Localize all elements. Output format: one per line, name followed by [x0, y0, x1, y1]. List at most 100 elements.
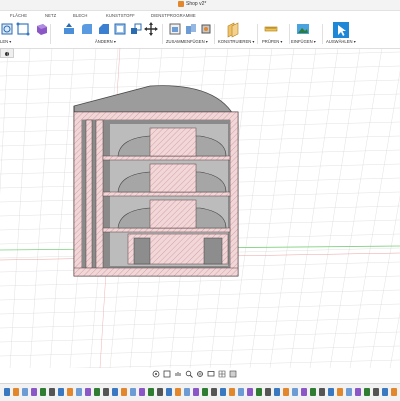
box-icon[interactable]	[34, 22, 48, 36]
timeline-item[interactable]	[373, 388, 379, 396]
timeline-item[interactable]	[58, 388, 64, 396]
timeline-item[interactable]	[166, 388, 172, 396]
section-post-inner	[95, 119, 104, 269]
timeline-item[interactable]	[103, 388, 109, 396]
timeline-item[interactable]	[301, 388, 307, 396]
timeline-item[interactable]	[130, 388, 136, 396]
group-label-modify[interactable]: ÄNDERN ▾	[95, 39, 116, 44]
separator	[289, 24, 290, 44]
display-settings-icon[interactable]	[207, 370, 215, 378]
shelf-3	[102, 227, 231, 233]
separator	[50, 24, 51, 44]
zoom-icon[interactable]	[185, 370, 193, 378]
timeline-item[interactable]	[148, 388, 154, 396]
chamfer-icon[interactable]	[97, 22, 111, 36]
shell-icon[interactable]	[113, 22, 127, 36]
section-model[interactable]	[73, 85, 239, 277]
timeline-item[interactable]	[76, 388, 82, 396]
timeline-item[interactable]	[292, 388, 298, 396]
viewport-navbar	[152, 368, 272, 380]
timeline-item[interactable]	[364, 388, 370, 396]
fillet-icon[interactable]	[80, 22, 94, 36]
timeline-item[interactable]	[274, 388, 280, 396]
pan-icon[interactable]	[174, 370, 182, 378]
timeline-item[interactable]	[310, 388, 316, 396]
timeline-item[interactable]	[229, 388, 235, 396]
new-component-icon[interactable]	[168, 22, 182, 36]
group-label-insert[interactable]: EINFÜGEN ▾	[291, 39, 316, 44]
move-icon[interactable]	[144, 22, 158, 36]
group-label-create[interactable]: LEN ▾	[0, 39, 11, 44]
timeline-item[interactable]	[31, 388, 37, 396]
timeline-item[interactable]	[247, 388, 253, 396]
insert-3	[149, 199, 197, 229]
timeline-item[interactable]	[283, 388, 289, 396]
timeline-item[interactable]	[391, 388, 397, 396]
timeline-item[interactable]	[157, 388, 163, 396]
tab-flaeche[interactable]: FLÄCHE	[10, 13, 27, 18]
tab-blech[interactable]: BLECH	[73, 13, 87, 18]
timeline-item[interactable]	[346, 388, 352, 396]
separator	[322, 24, 323, 44]
fit-icon[interactable]	[196, 370, 204, 378]
insert-1	[149, 127, 197, 157]
timeline-item[interactable]	[193, 388, 199, 396]
timeline-item[interactable]	[337, 388, 343, 396]
timeline-item[interactable]	[328, 388, 334, 396]
group-label-assemble[interactable]: ZUSAMMENFÜGEN ▾	[166, 39, 208, 44]
orbit-icon[interactable]	[152, 370, 160, 378]
timeline-item[interactable]	[94, 388, 100, 396]
timeline-item[interactable]	[319, 388, 325, 396]
section-post-left	[85, 119, 93, 269]
viewport[interactable]	[0, 48, 400, 368]
timeline-item[interactable]	[85, 388, 91, 396]
as-built-joint-icon[interactable]	[199, 22, 213, 36]
timeline-item[interactable]	[67, 388, 73, 396]
tab-dienstprogramme[interactable]: DIENSTPROGRAMME	[151, 13, 196, 18]
tab-netz[interactable]: NETZ	[45, 13, 56, 18]
timeline-item[interactable]	[22, 388, 28, 396]
timeline-item[interactable]	[256, 388, 262, 396]
grid-icon[interactable]	[218, 370, 226, 378]
insert-2	[149, 163, 197, 193]
timeline-item[interactable]	[112, 388, 118, 396]
window-title-bar: Shop v2*	[0, 0, 400, 11]
viewports-icon[interactable]	[229, 370, 237, 378]
timeline-item[interactable]	[355, 388, 361, 396]
group-label-inspect[interactable]: PRÜFEN ▾	[262, 39, 282, 44]
tab-kunststoff[interactable]: KUNSTSTOFF	[106, 13, 135, 18]
look-at-icon[interactable]	[163, 370, 171, 378]
scale-icon[interactable]	[129, 22, 143, 36]
timeline-item[interactable]	[40, 388, 46, 396]
select-icon[interactable]	[333, 22, 349, 38]
timeline-item[interactable]	[238, 388, 244, 396]
group-label-select[interactable]: AUSWÄHLEN ▾	[326, 39, 356, 44]
separator	[214, 24, 215, 44]
timeline-item[interactable]	[13, 388, 19, 396]
sketch-icon[interactable]	[1, 22, 13, 36]
joint-icon[interactable]	[184, 22, 198, 36]
timeline	[0, 383, 400, 401]
timeline-item[interactable]	[184, 388, 190, 396]
document-icon	[178, 1, 184, 7]
rectangle-icon[interactable]	[16, 22, 30, 36]
offset-plane-icon[interactable]	[226, 22, 240, 38]
timeline-item[interactable]	[211, 388, 217, 396]
timeline-item[interactable]	[382, 388, 388, 396]
timeline-item[interactable]	[49, 388, 55, 396]
group-label-construct[interactable]: KONSTRUIEREN ▾	[218, 39, 255, 44]
press-pull-icon[interactable]	[62, 22, 76, 36]
shelf-2	[102, 191, 231, 197]
timeline-item[interactable]	[4, 388, 10, 396]
timeline-item[interactable]	[121, 388, 127, 396]
insert-image-icon[interactable]	[296, 22, 310, 36]
timeline-item[interactable]	[202, 388, 208, 396]
timeline-item[interactable]	[139, 388, 145, 396]
shelf-1	[102, 155, 231, 161]
measure-icon[interactable]	[264, 22, 278, 36]
timeline-item[interactable]	[220, 388, 226, 396]
timeline-item[interactable]	[265, 388, 271, 396]
timeline-item[interactable]	[175, 388, 181, 396]
document-title: Shop v2*	[178, 1, 206, 7]
separator	[162, 24, 163, 44]
